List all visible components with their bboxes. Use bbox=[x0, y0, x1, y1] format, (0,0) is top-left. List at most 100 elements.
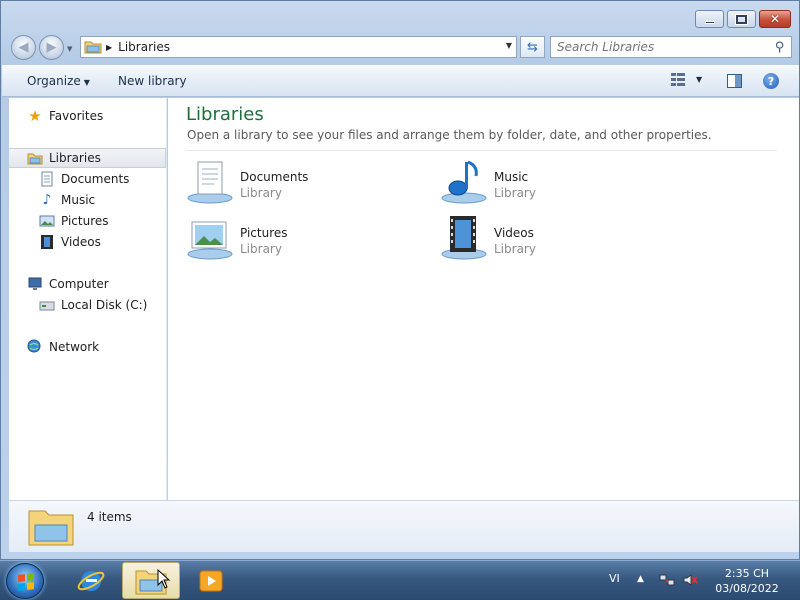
organize-label: Organize bbox=[27, 74, 81, 88]
help-icon[interactable]: ? bbox=[763, 73, 779, 89]
libraries-folder-icon bbox=[84, 41, 102, 54]
sidebar-item-label: Music bbox=[61, 193, 96, 207]
sidebar-item-label: Local Disk (C:) bbox=[61, 298, 148, 312]
windows-logo-icon bbox=[18, 573, 34, 591]
sidebar-item-documents[interactable]: Documents bbox=[39, 169, 129, 189]
library-name: Pictures bbox=[240, 226, 288, 240]
clock-date: 03/08/2022 bbox=[715, 582, 779, 595]
sidebar-item-label: Network bbox=[49, 340, 100, 354]
hard-drive-icon bbox=[39, 301, 55, 311]
internet-explorer-icon bbox=[77, 570, 105, 591]
clock-time: 2:35 CH bbox=[724, 567, 770, 580]
library-item-music[interactable]: Music Library bbox=[440, 158, 660, 206]
sidebar-item-libraries[interactable]: Libraries bbox=[9, 148, 166, 168]
breadcrumb-separator-icon[interactable]: ▶ bbox=[106, 43, 112, 52]
sidebar-item-music[interactable]: ♪ Music bbox=[39, 190, 96, 210]
library-type: Library bbox=[240, 242, 282, 256]
address-bar[interactable]: ▶ Libraries ▼ bbox=[80, 36, 517, 58]
start-button[interactable] bbox=[6, 563, 44, 599]
search-input[interactable] bbox=[557, 40, 757, 54]
sidebar-item-label: Pictures bbox=[61, 214, 109, 228]
taskbar-internet-explorer[interactable] bbox=[62, 562, 120, 599]
forward-arrow-icon: ▶ bbox=[46, 40, 57, 55]
library-type: Library bbox=[494, 186, 536, 200]
organize-button[interactable]: Organize ▼ bbox=[27, 74, 90, 88]
command-bar: Organize ▼ New library ▼ ? bbox=[2, 65, 799, 97]
library-item-videos[interactable]: Videos Library bbox=[440, 214, 660, 262]
maximize-button[interactable] bbox=[727, 10, 756, 28]
item-count: 4 items bbox=[87, 510, 132, 524]
page-subtitle: Open a library to see your files and arr… bbox=[187, 128, 712, 142]
music-note-icon: ♪ bbox=[42, 192, 52, 208]
taskbar: VI ▲ 2:35 CH 03/08/2022 bbox=[0, 560, 800, 600]
videos-library-icon bbox=[441, 216, 487, 260]
film-icon bbox=[41, 235, 53, 249]
breadcrumb-libraries[interactable]: Libraries bbox=[118, 40, 170, 54]
show-hidden-icons-icon[interactable]: ▲ bbox=[637, 574, 644, 584]
taskbar-media-player[interactable] bbox=[182, 562, 240, 599]
network-icon bbox=[27, 339, 41, 353]
navigation-pane: ★ Favorites Libraries Documents ♪ Music bbox=[9, 98, 167, 500]
change-view-icon[interactable] bbox=[671, 73, 685, 87]
library-item-pictures[interactable]: Pictures Library bbox=[186, 214, 406, 262]
sidebar-item-favorites[interactable]: ★ Favorites bbox=[27, 106, 103, 126]
sidebar-item-label: Libraries bbox=[49, 151, 101, 165]
new-library-button[interactable]: New library bbox=[118, 74, 187, 88]
sidebar-item-network[interactable]: Network bbox=[27, 337, 99, 357]
minimize-icon bbox=[704, 20, 715, 24]
search-box[interactable]: ⚲ bbox=[550, 36, 792, 58]
back-arrow-icon: ◀ bbox=[18, 40, 29, 55]
libraries-folder-icon bbox=[28, 510, 74, 546]
preview-pane-icon[interactable] bbox=[727, 74, 742, 88]
taskbar-windows-explorer[interactable] bbox=[122, 562, 180, 599]
library-name: Documents bbox=[240, 170, 309, 184]
address-history-dropdown-icon[interactable]: ▼ bbox=[506, 41, 512, 50]
window-controls: ✕ bbox=[695, 10, 791, 28]
title-bar[interactable]: ✕ bbox=[1, 1, 799, 31]
details-pane: 4 items bbox=[9, 500, 799, 552]
page-title: Libraries bbox=[186, 104, 264, 125]
sidebar-item-local-disk[interactable]: Local Disk (C:) bbox=[39, 295, 147, 315]
sidebar-item-label: Favorites bbox=[49, 109, 104, 123]
sidebar-item-computer[interactable]: Computer bbox=[27, 274, 109, 294]
back-button[interactable]: ◀ bbox=[11, 35, 36, 60]
view-options-dropdown-icon[interactable]: ▼ bbox=[696, 75, 702, 84]
close-button[interactable]: ✕ bbox=[759, 10, 791, 28]
forward-button[interactable]: ▶ bbox=[39, 35, 64, 60]
document-icon bbox=[41, 171, 53, 187]
pictures-library-icon bbox=[187, 221, 233, 260]
minimize-button[interactable] bbox=[695, 10, 724, 28]
library-name: Music bbox=[494, 170, 529, 184]
network-status-icon[interactable] bbox=[659, 572, 675, 588]
library-type: Library bbox=[494, 242, 536, 256]
music-library-icon bbox=[441, 160, 487, 204]
sidebar-item-label: Computer bbox=[49, 277, 109, 291]
library-item-documents[interactable]: Documents Library bbox=[186, 158, 406, 206]
chevron-down-icon: ▼ bbox=[83, 78, 90, 87]
mouse-cursor-icon bbox=[157, 569, 171, 589]
computer-icon bbox=[28, 277, 42, 290]
refresh-button[interactable]: ⇆ bbox=[520, 36, 545, 58]
volume-muted-icon[interactable] bbox=[682, 572, 698, 588]
navigation-bar: ◀ ▶ ▼ ▶ Libraries ▼ ⇆ ⚲ bbox=[1, 31, 799, 63]
star-icon: ★ bbox=[28, 107, 42, 125]
explorer-window: ✕ ◀ ▶ ▼ ▶ Libraries ▼ ⇆ ⚲ Organize▼ New … bbox=[0, 0, 800, 560]
divider bbox=[186, 150, 777, 151]
sidebar-item-label: Documents bbox=[61, 172, 130, 186]
file-view: Libraries Open a library to see your fil… bbox=[168, 98, 799, 500]
library-type: Library bbox=[240, 186, 282, 200]
close-icon: ✕ bbox=[769, 12, 781, 26]
sidebar-item-pictures[interactable]: Pictures bbox=[39, 211, 109, 231]
picture-icon bbox=[39, 215, 55, 227]
recent-pages-dropdown-icon[interactable]: ▼ bbox=[67, 45, 72, 53]
media-player-icon bbox=[199, 570, 223, 591]
maximize-icon bbox=[735, 13, 748, 25]
search-icon[interactable]: ⚲ bbox=[775, 40, 785, 55]
system-clock[interactable]: 2:35 CH 03/08/2022 bbox=[712, 566, 782, 596]
libraries-folder-icon bbox=[27, 153, 43, 165]
refresh-icon: ⇆ bbox=[527, 39, 538, 55]
documents-library-icon bbox=[187, 161, 233, 204]
input-language-indicator[interactable]: VI bbox=[609, 572, 620, 585]
sidebar-item-videos[interactable]: Videos bbox=[39, 232, 101, 252]
sidebar-item-label: Videos bbox=[61, 235, 101, 249]
